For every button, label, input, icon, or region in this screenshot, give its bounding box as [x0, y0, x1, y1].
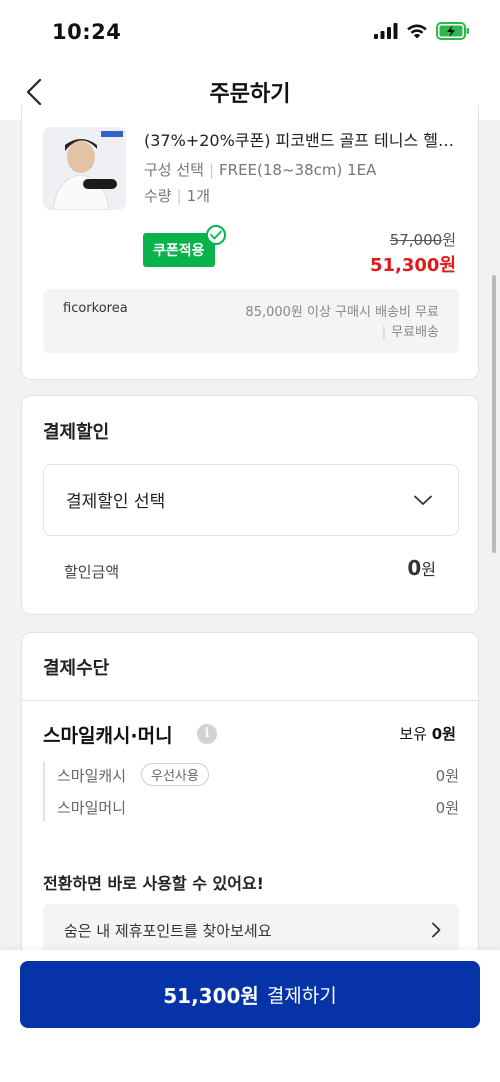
checkout-bar: 51,300원 결제하기 [0, 950, 500, 1082]
pay-button[interactable]: 51,300원 결제하기 [20, 961, 480, 1028]
status-icons [374, 22, 470, 40]
discount-section-title: 결제할인 [43, 422, 110, 443]
smile-money-value: 0원 [435, 799, 459, 817]
product-name[interactable]: (37%+20%쿠폰) 피코밴드 골프 테니스 헬… [144, 127, 464, 151]
smile-cash-value: 0원 [435, 767, 459, 785]
check-circle-icon [206, 225, 226, 245]
quantity-label: 수량 [144, 187, 172, 205]
sale-price: 51,300원 [370, 251, 456, 277]
divider: | [208, 161, 215, 179]
smile-cash-money-title: 스마일캐시·머니 [43, 725, 173, 747]
original-price-unit: 원 [442, 231, 456, 249]
status-bar: 10:24 [0, 0, 500, 64]
payment-section-title: 결제수단 [43, 658, 110, 679]
chevron-down-icon [414, 491, 432, 510]
list-item: 스마일머니 0원 [57, 795, 459, 819]
shipping-type: | 무료배송 [377, 321, 439, 340]
seller-name[interactable]: ficorkorea [63, 301, 128, 316]
seller-shipping-box: ficorkorea 85,000원 이상 구매시 배송비 무료 | 무료배송 [43, 289, 459, 353]
shipping-type-label: 무료배송 [391, 325, 439, 340]
order-product-card: (37%+20%쿠폰) 피코밴드 골프 테니스 헬… 구성 선택 | FREE(18… [21, 105, 479, 380]
status-time: 10:24 [52, 20, 122, 44]
discount-amount-value: 0원 [407, 556, 436, 580]
held-balance-value: 0원 [431, 725, 456, 743]
smile-balance-list: 스마일캐시 우선사용 0원 스마일머니 0원 [43, 761, 459, 821]
convert-notice: 전환하면 바로 사용할 수 있어요! [43, 874, 264, 893]
pay-label: 결제하기 [266, 985, 337, 1007]
option-label: 구성 선택 [144, 161, 204, 179]
pay-amount: 51,300원 [163, 984, 259, 1008]
quantity-value: 1개 [186, 187, 211, 205]
option-value: FREE(18~38cm) 1EA [219, 161, 377, 179]
smile-money-label: 스마일머니 [57, 799, 127, 817]
sale-price-unit: 원 [439, 255, 456, 276]
product-photo-icon [43, 127, 126, 210]
cellular-signal-icon [374, 23, 398, 39]
discount-select-dropdown[interactable]: 결제할인 선택 [43, 464, 459, 536]
held-balance: 보유 0원 [399, 723, 456, 744]
discount-amount-label: 할인금액 [64, 563, 120, 581]
shipping-condition: 85,000원 이상 구매시 배송비 무료 [245, 305, 439, 320]
payment-discount-card: 결제할인 결제할인 선택 할인금액 0원 [21, 395, 479, 615]
info-icon[interactable]: i [197, 724, 217, 744]
battery-charging-icon [436, 22, 469, 40]
list-item: 스마일캐시 우선사용 0원 [57, 763, 459, 787]
discount-amount-number: 0 [407, 556, 422, 580]
discount-amount-unit: 원 [421, 560, 436, 579]
divider: | [381, 325, 387, 340]
page-title: 주문하기 [209, 82, 291, 107]
sale-price-value: 51,300 [369, 255, 440, 276]
priority-use-badge[interactable]: 우선사용 [141, 763, 209, 786]
payment-method-card: 결제수단 스마일캐시·머니 i 보유 0원 스마일캐시 우선사용 0원 스마일머… [21, 632, 479, 962]
divider: | [176, 187, 182, 205]
original-price-value: 57,000 [389, 231, 443, 249]
scrollbar[interactable] [492, 275, 496, 553]
find-points-label: 숨은 내 제휴포인트를 찾아보세요 [64, 922, 272, 940]
smile-cash-label: 스마일캐시 [57, 767, 127, 785]
product-quantity: 수량 | 1개 [144, 185, 210, 206]
divider [22, 700, 478, 701]
original-price: 57,000원 [390, 229, 456, 250]
chevron-right-icon [431, 922, 441, 942]
held-balance-label: 보유 [399, 725, 427, 743]
wifi-icon [407, 24, 427, 39]
product-option: 구성 선택 | FREE(18~38cm) 1EA [144, 159, 376, 180]
discount-select-label: 결제할인 선택 [66, 492, 166, 512]
coupon-applied-badge[interactable]: 쿠폰적용 [143, 233, 215, 267]
product-image[interactable] [43, 127, 126, 210]
